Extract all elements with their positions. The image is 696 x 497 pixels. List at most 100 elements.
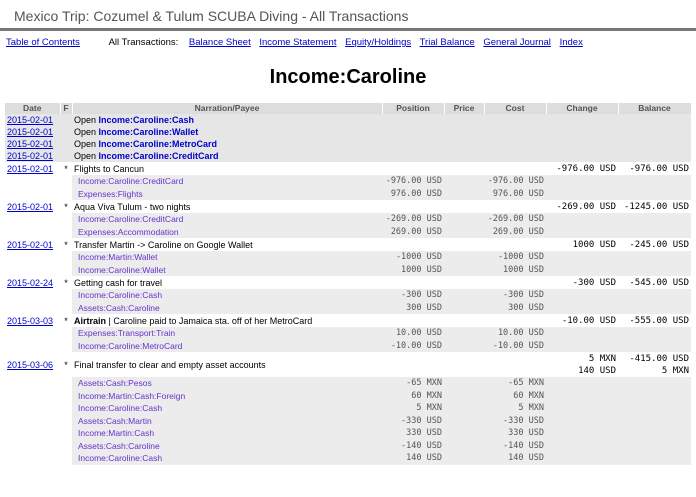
journal-table: Date F Narration/Payee Position Price Co… — [5, 103, 692, 465]
payee: Airtrain — [74, 316, 107, 326]
posting-account-link[interactable]: Income:Caroline:CreditCard — [72, 175, 382, 188]
change-value: 1000 USD — [546, 239, 618, 251]
change-value: -300 USD — [546, 277, 618, 289]
posting-position: -65 MXN — [382, 377, 444, 390]
open-label: Open — [74, 151, 99, 161]
posting-account-link[interactable]: Assets:Cash:Caroline — [72, 439, 382, 452]
posting-account-link[interactable]: Expenses:Transport:Train — [72, 327, 382, 340]
journal-body: 2015-02-01 Open Income:Caroline:Cash 2015-… — [5, 114, 691, 465]
posting-price — [444, 452, 484, 465]
open-row: 2015-02-01 Open Income:Caroline:CreditCar… — [5, 150, 691, 162]
nav-link-index[interactable]: Index — [560, 37, 583, 48]
posting-row: Income:Caroline:CreditCard -269.00 USD -26… — [5, 213, 691, 226]
col-header-flag: F — [60, 103, 73, 114]
date-link[interactable]: 2015-02-01 — [7, 139, 53, 149]
col-header-balance: Balance — [618, 103, 692, 114]
posting-price — [444, 187, 484, 200]
posting-cost: 140 USD — [484, 452, 546, 465]
posting-account-link[interactable]: Income:Caroline:Wallet — [72, 263, 382, 276]
flag: * — [60, 239, 72, 251]
nav-link-income-statement[interactable]: Income Statement — [259, 37, 336, 48]
date-link[interactable]: 2015-02-01 — [7, 127, 53, 137]
nav-link-table-of-contents[interactable]: Table of Contents — [6, 37, 80, 48]
posting-cost: 330 USD — [484, 427, 546, 440]
posting-price — [444, 427, 484, 440]
narration: | Caroline paid to Jamaica sta. off of h… — [106, 316, 313, 326]
date-link[interactable]: 2015-03-03 — [7, 316, 53, 326]
nav-link-balance-sheet[interactable]: Balance Sheet — [189, 37, 251, 48]
posting-account-link[interactable]: Assets:Cash:Pesos — [72, 377, 382, 390]
posting-price — [444, 377, 484, 390]
posting-account-link[interactable]: Income:Caroline:Cash — [72, 402, 382, 415]
posting-price — [444, 225, 484, 238]
date-link[interactable]: 2015-02-24 — [7, 278, 53, 288]
posting-row: Income:Martin:Wallet -1000 USD -1000 USD — [5, 251, 691, 264]
posting-row: Assets:Cash:Caroline -140 USD -140 USD — [5, 439, 691, 452]
posting-row: Income:Caroline:Cash -300 USD -300 USD — [5, 289, 691, 302]
change-value: 5 MXN — [588, 354, 616, 364]
posting-price — [444, 439, 484, 452]
narration: Aqua Viva Tulum - two nights — [74, 202, 191, 212]
posting-row: Income:Martin:Cash:Foreign 60 MXN 60 MXN — [5, 389, 691, 402]
posting-price — [444, 402, 484, 415]
flag: * — [60, 163, 72, 175]
posting-position: 300 USD — [382, 301, 444, 314]
posting-account-link[interactable]: Income:Caroline:CreditCard — [72, 213, 382, 226]
nav-link-equity-holdings[interactable]: Equity/Holdings — [345, 37, 411, 48]
posting-price — [444, 301, 484, 314]
posting-position: 5 MXN — [382, 402, 444, 415]
posting-account-link[interactable]: Income:Martin:Cash:Foreign — [72, 389, 382, 402]
posting-account-link[interactable]: Expenses:Accommodation — [72, 225, 382, 238]
col-header-change: Change — [546, 103, 619, 114]
date-link[interactable]: 2015-03-06 — [7, 360, 53, 370]
change-value: -269.00 USD — [546, 201, 618, 213]
posting-position: 140 USD — [382, 452, 444, 465]
col-header-narration: Narration/Payee — [72, 103, 383, 114]
posting-row: Income:Caroline:MetroCard -10.00 USD -10.0… — [5, 339, 691, 352]
nav-link-general-journal[interactable]: General Journal — [483, 37, 551, 48]
page-title: Income:Caroline — [269, 66, 427, 88]
posting-row: Income:Caroline:Wallet 1000 USD 1000 USD — [5, 263, 691, 276]
posting-price — [444, 414, 484, 427]
posting-position: 269.00 USD — [382, 225, 444, 238]
account-link[interactable]: Income:Caroline:Cash — [99, 115, 195, 125]
posting-account-link[interactable]: Expenses:Flights — [72, 187, 382, 200]
account-link[interactable]: Income:Caroline:Wallet — [99, 127, 199, 137]
posting-position: -1000 USD — [382, 251, 444, 264]
date-link[interactable]: 2015-02-01 — [7, 164, 53, 174]
posting-account-link[interactable]: Income:Caroline:Cash — [72, 452, 382, 465]
posting-position: 10.00 USD — [382, 327, 444, 340]
posting-cost: 300 USD — [484, 301, 546, 314]
posting-cost: 1000 USD — [484, 263, 546, 276]
posting-account-link[interactable]: Income:Martin:Cash — [72, 427, 382, 440]
account-link[interactable]: Income:Caroline:CreditCard — [99, 151, 219, 161]
posting-price — [444, 263, 484, 276]
posting-cost: 10.00 USD — [484, 327, 546, 340]
transaction-row: 2015-02-01 * Transfer Martin -> Caroline o… — [5, 239, 691, 251]
open-label: Open — [74, 139, 99, 149]
col-header-position: Position — [382, 103, 445, 114]
balance-value: -415.00 USD — [629, 354, 689, 364]
narration: Getting cash for travel — [74, 278, 163, 288]
posting-position: 1000 USD — [382, 263, 444, 276]
col-header-cost: Cost — [484, 103, 547, 114]
posting-account-link[interactable]: Income:Martin:Wallet — [72, 251, 382, 264]
date-link[interactable]: 2015-02-01 — [7, 202, 53, 212]
posting-account-link[interactable]: Assets:Cash:Caroline — [72, 301, 382, 314]
posting-account-link[interactable]: Income:Caroline:Cash — [72, 289, 382, 302]
posting-row: Expenses:Flights 976.00 USD 976.00 USD — [5, 187, 691, 200]
posting-account-link[interactable]: Income:Caroline:MetroCard — [72, 339, 382, 352]
date-link[interactable]: 2015-02-01 — [7, 115, 53, 125]
posting-cost: -976.00 USD — [484, 175, 546, 188]
posting-row: Income:Caroline:Cash 5 MXN 5 MXN — [5, 402, 691, 415]
date-link[interactable]: 2015-02-01 — [7, 240, 53, 250]
window-title-bar: Mexico Trip: Cozumel & Tulum SCUBA Divin… — [0, 0, 696, 31]
date-link[interactable]: 2015-02-01 — [7, 151, 53, 161]
posting-price — [444, 339, 484, 352]
change-value: -10.00 USD — [546, 315, 618, 327]
account-link[interactable]: Income:Caroline:MetroCard — [99, 139, 218, 149]
posting-account-link[interactable]: Assets:Cash:Martin — [72, 414, 382, 427]
nav-link-trial-balance[interactable]: Trial Balance — [420, 37, 475, 48]
open-row: 2015-02-01 Open Income:Caroline:Wallet — [5, 126, 691, 138]
nav-bar: Table of Contents All Transactions: Bala… — [0, 31, 696, 57]
